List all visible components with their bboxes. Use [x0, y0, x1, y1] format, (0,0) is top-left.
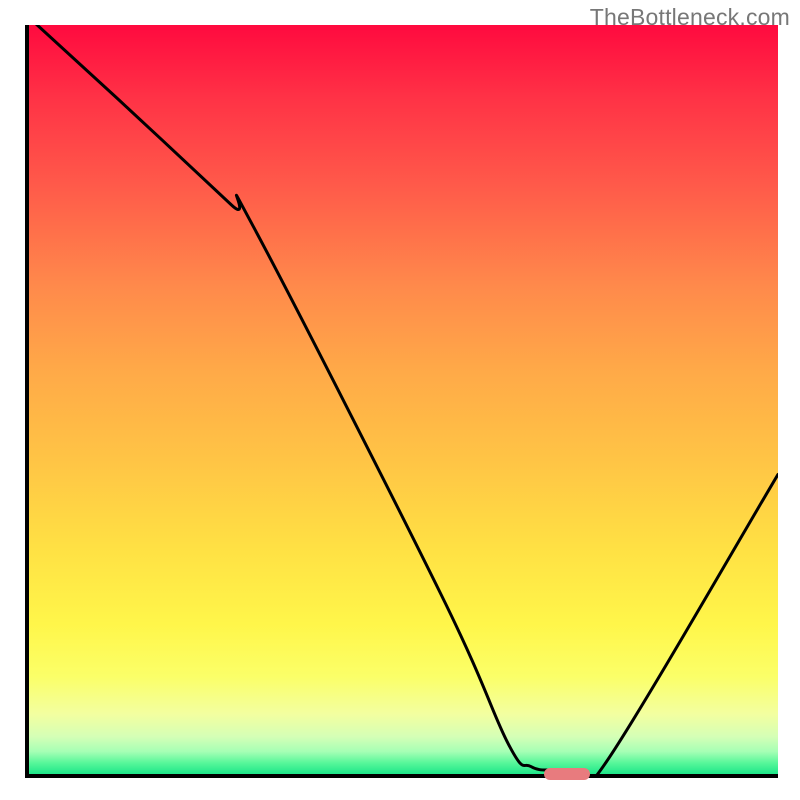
- optimum-marker: [544, 768, 590, 780]
- data-curve: [29, 25, 778, 774]
- plot-area: [25, 25, 778, 778]
